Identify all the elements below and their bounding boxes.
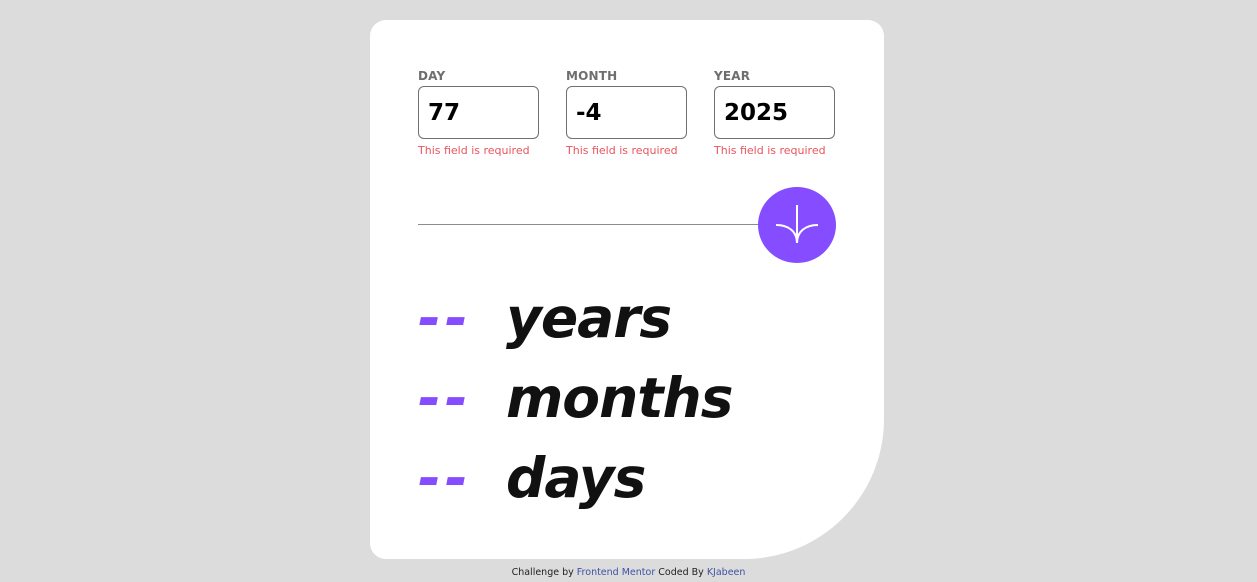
month-field: MONTH This field is required <box>566 68 687 157</box>
day-input[interactable] <box>418 86 539 139</box>
year-error: This field is required <box>714 144 826 157</box>
result-years: -- years <box>418 278 732 358</box>
day-field: DAY This field is required <box>418 68 539 157</box>
months-unit: months <box>506 366 733 430</box>
month-error: This field is required <box>566 144 678 157</box>
month-input[interactable] <box>566 86 687 139</box>
age-calculator-card: DAY This field is required MONTH This fi… <box>370 20 884 559</box>
attribution-prefix: Challenge by <box>511 567 574 578</box>
arrow-down-icon <box>774 201 820 250</box>
day-error: This field is required <box>418 144 530 157</box>
days-value: -- <box>418 446 472 510</box>
years-value: -- <box>418 286 472 350</box>
year-field: YEAR This field is required <box>714 68 835 157</box>
attribution: Challenge by Frontend Mentor Coded By KJ… <box>0 567 1257 578</box>
result-days: -- days <box>418 438 732 518</box>
years-unit: years <box>506 286 672 350</box>
age-results: -- years -- months -- days <box>418 278 733 518</box>
days-unit: days <box>506 446 646 510</box>
months-value: -- <box>418 366 472 430</box>
date-input-fields: DAY This field is required MONTH This fi… <box>418 68 835 157</box>
month-label: MONTH <box>566 69 618 83</box>
year-label: YEAR <box>714 69 751 83</box>
day-label: DAY <box>418 69 446 83</box>
author-link[interactable]: KJabeen <box>707 567 746 578</box>
year-input[interactable] <box>714 86 835 139</box>
divider-line <box>418 224 768 225</box>
result-months: -- months <box>418 358 733 438</box>
submit-button[interactable] <box>758 187 836 263</box>
divider-row <box>418 187 836 263</box>
frontend-mentor-link[interactable]: Frontend Mentor <box>577 567 655 578</box>
attribution-middle: Coded By <box>658 567 704 578</box>
